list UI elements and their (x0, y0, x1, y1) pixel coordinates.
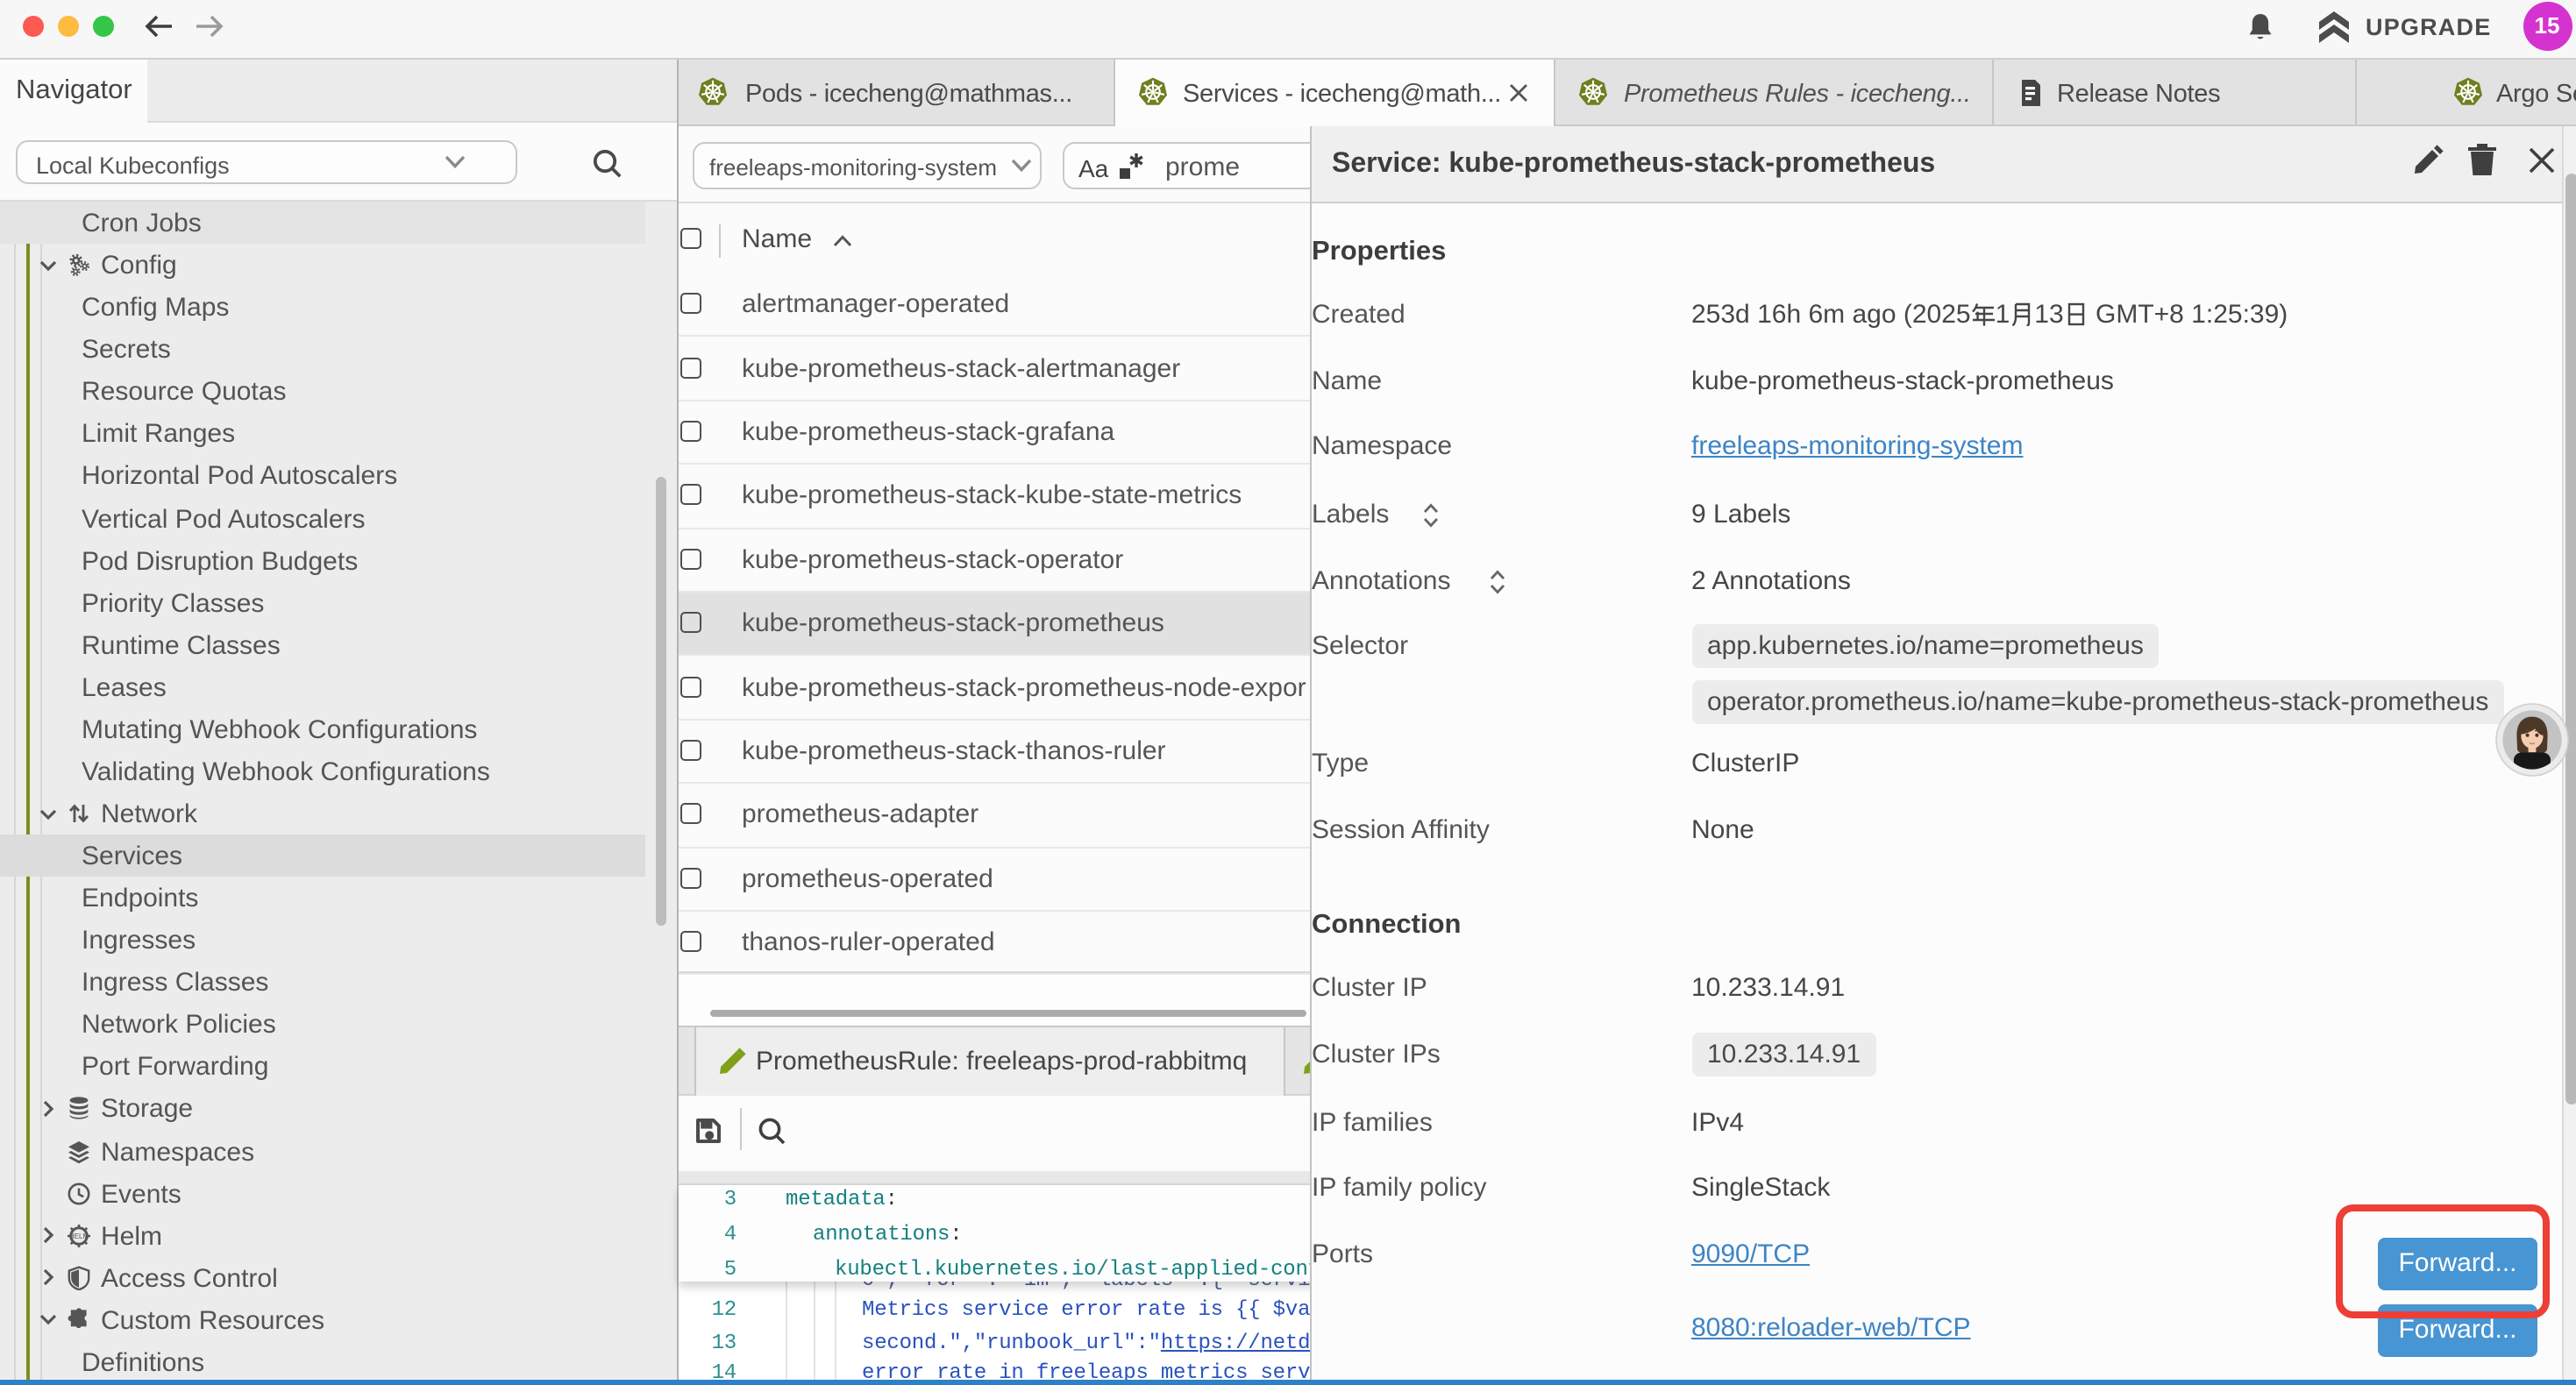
svg-text:HELM: HELM (69, 1232, 89, 1239)
